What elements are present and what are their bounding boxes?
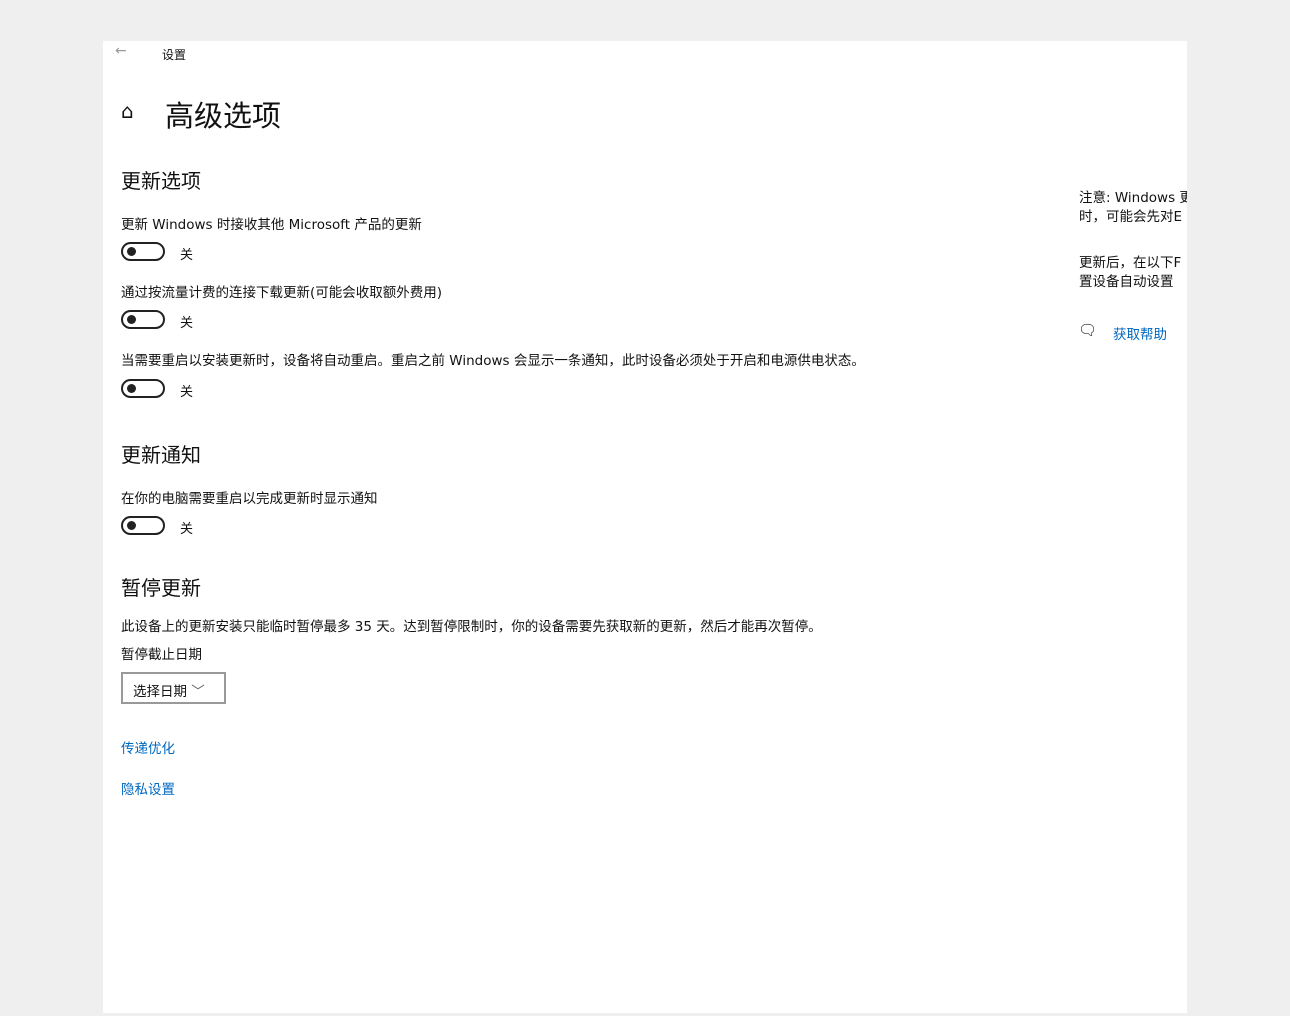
toggle-auto-restart[interactable] [121, 379, 165, 398]
link-privacy-settings[interactable]: 隐私设置 [121, 778, 175, 798]
home-icon[interactable]: ⌂ [121, 99, 134, 123]
toggle-state: 关 [180, 522, 194, 537]
side-note-2: 更新后，在以下F 置设备自动设置 [1079, 255, 1182, 290]
pause-description: 此设备上的更新安装只能临时暂停最多 35 天。达到暂停限制时，你的设备需要先获取… [121, 619, 822, 635]
option-label: 通过按流量计费的连接下载更新(可能会收取额外费用) [121, 285, 443, 301]
select-value: 选择日期 [133, 684, 187, 700]
section-notifications: 更新通知 [121, 443, 201, 467]
section-pause: 暂停更新 [121, 576, 201, 600]
pause-date-select[interactable]: 选择日期 ﹀ [121, 672, 226, 704]
get-help-link[interactable]: 获取帮助 [1113, 323, 1167, 343]
link-delivery-optimization[interactable]: 传递优化 [121, 737, 175, 757]
toggle-state: 关 [180, 316, 194, 331]
page-title: 高级选项 [165, 99, 282, 133]
settings-window: ← 设置 ⌂ 高级选项 更新选项 更新 Windows 时接收其他 Micros… [103, 41, 1187, 1013]
side-note: 注意: Windows 更时，可能会先对E [1079, 190, 1187, 225]
chevron-down-icon: ﹀ [191, 684, 205, 700]
toggle-other-products[interactable] [121, 242, 165, 261]
back-arrow-icon[interactable]: ← [115, 43, 127, 59]
option-label: 更新 Windows 时接收其他 Microsoft 产品的更新 [121, 217, 422, 233]
pause-date-label: 暂停截止日期 [121, 647, 202, 663]
toggle-state: 关 [180, 248, 194, 263]
option-label: 当需要重启以安装更新时，设备将自动重启。重启之前 Windows 会显示一条通知… [121, 353, 865, 369]
app-title: 设置 [162, 48, 187, 62]
toggle-metered[interactable] [121, 310, 165, 329]
toggle-restart-notification[interactable] [121, 516, 165, 535]
toggle-state: 关 [180, 385, 194, 400]
section-update-options: 更新选项 [121, 169, 201, 193]
help-chat-icon: 🗨 [1078, 321, 1098, 339]
option-label: 在你的电脑需要重启以完成更新时显示通知 [121, 491, 378, 507]
